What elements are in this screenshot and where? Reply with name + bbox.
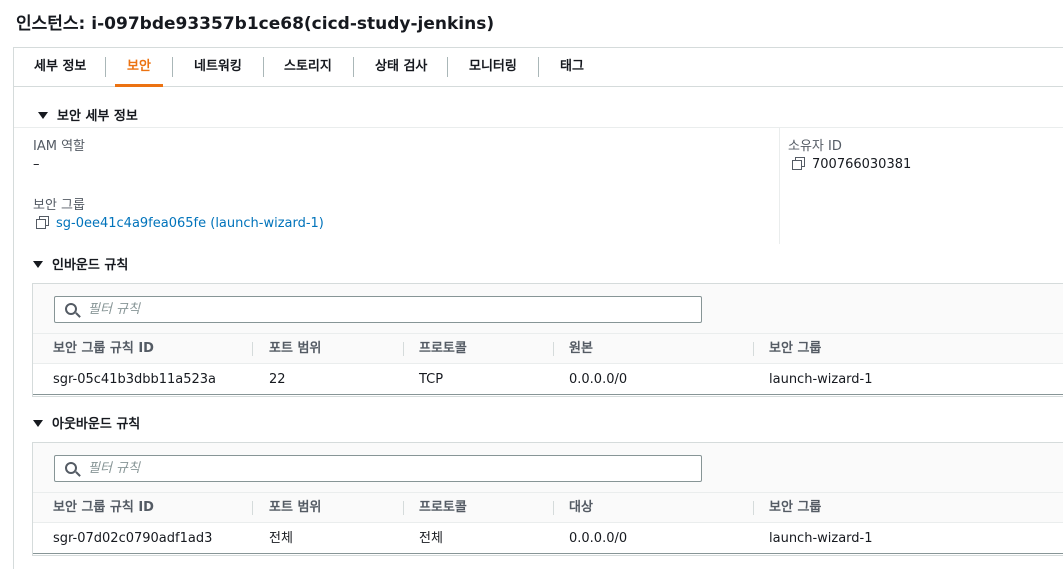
iam-role-label: IAM 역할 [33,139,85,154]
tab-separator [353,57,354,77]
owner-id-label: 소유자 ID [788,139,842,154]
tab-tags[interactable]: 태그 [560,48,584,86]
column-header[interactable]: 보안 그룹 규칙 ID [53,334,154,364]
security-group-link-wrapper: sg-0ee41c4a9fea065fe (launch-wizard-1) [36,216,324,231]
security-groups-label: 보안 그룹 [33,198,85,213]
inbound-rules-title: 인바운드 규칙 [52,258,129,273]
outbound-header-row: 보안 그룹 규칙 ID 포트 범위 프로토콜 대상 보안 그룹 [33,493,1063,523]
search-icon [65,303,77,315]
inbound-rules-header[interactable]: 인바운드 규칙 [33,254,128,273]
column-header[interactable]: 포트 범위 [269,493,321,523]
search-icon [65,462,77,474]
column-separator [753,501,754,515]
iam-role-value: – [33,157,40,172]
tab-separator [263,57,264,77]
port-range-cell: 전체 [269,531,293,546]
source-cell: 0.0.0.0/0 [569,372,628,387]
outbound-toolbar [33,443,1063,493]
column-separator [753,342,754,356]
copy-icon[interactable] [36,216,49,229]
protocol-cell: 전체 [419,531,443,546]
column-header[interactable]: 보안 그룹 규칙 ID [53,493,154,523]
column-separator [252,501,253,515]
security-group-link[interactable]: sg-0ee41c4a9fea065fe (launch-wizard-1) [56,216,324,231]
inbound-header-row: 보안 그룹 규칙 ID 포트 범위 프로토콜 원본 보안 그룹 [33,334,1063,364]
outbound-rules-header[interactable]: 아웃바운드 규칙 [33,413,140,432]
column-header[interactable]: 프로토콜 [419,334,467,364]
column-header[interactable]: 프로토콜 [419,493,467,523]
outbound-rules-title: 아웃바운드 규칙 [52,417,141,432]
security-group-cell: launch-wizard-1 [769,372,873,387]
outbound-search-box[interactable] [54,455,702,482]
tab-separator [105,57,106,77]
protocol-cell: TCP [419,372,444,387]
column-separator [553,342,554,356]
caret-down-icon [33,420,43,427]
owner-id-value-wrapper: 700766030381 [792,157,911,172]
tab-separator [447,57,448,77]
column-separator [553,501,554,515]
security-details-title: 보안 세부 정보 [57,109,138,124]
caret-down-icon [38,112,48,119]
column-separator [403,342,404,356]
caret-down-icon [33,261,43,268]
column-separator [403,501,404,515]
details-column-divider [779,127,780,244]
instance-detail-panel: 세부 정보 보안 네트워킹 스토리지 상태 검사 모니터링 태그 보안 세부 정… [13,47,1063,569]
tab-networking[interactable]: 네트워킹 [194,48,242,86]
page-title: 인스턴스: i-097bde93357b1ce68(cicd-study-jen… [16,14,495,34]
table-row[interactable]: sgr-07d02c0790adf1ad3 전체 전체 0.0.0.0/0 la… [33,523,1063,554]
port-range-cell: 22 [269,372,286,387]
tab-separator [172,57,173,77]
tab-security[interactable]: 보안 [115,48,163,87]
destination-cell: 0.0.0.0/0 [569,531,628,546]
table-row[interactable]: sgr-05c41b3dbb11a523a 22 TCP 0.0.0.0/0 l… [33,364,1063,395]
column-header[interactable]: 대상 [569,493,593,523]
security-group-cell: launch-wizard-1 [769,531,873,546]
tab-bar: 세부 정보 보안 네트워킹 스토리지 상태 검사 모니터링 태그 [14,48,1063,87]
column-header[interactable]: 보안 그룹 [769,493,821,523]
tab-storage[interactable]: 스토리지 [284,48,332,86]
copy-icon[interactable] [792,157,805,170]
tab-status-checks[interactable]: 상태 검사 [375,48,427,86]
outbound-rules-table: 보안 그룹 규칙 ID 포트 범위 프로토콜 대상 보안 그룹 sgr-07d0… [32,442,1063,556]
owner-id-value: 700766030381 [812,157,912,172]
column-separator [252,342,253,356]
inbound-rules-table: 보안 그룹 규칙 ID 포트 범위 프로토콜 원본 보안 그룹 sgr-05c4… [32,283,1063,397]
inbound-search-box[interactable] [54,296,702,323]
column-header[interactable]: 원본 [569,334,593,364]
tab-separator [538,57,539,77]
inbound-search-input[interactable] [88,297,688,322]
tab-details[interactable]: 세부 정보 [34,48,86,86]
column-header[interactable]: 포트 범위 [269,334,321,364]
column-header[interactable]: 보안 그룹 [769,334,821,364]
security-details-header[interactable]: 보안 세부 정보 [38,105,138,124]
tab-monitoring[interactable]: 모니터링 [469,48,517,86]
rule-id-cell: sgr-07d02c0790adf1ad3 [53,531,213,546]
rule-id-cell: sgr-05c41b3dbb11a523a [53,372,217,387]
outbound-search-input[interactable] [88,456,688,481]
inbound-toolbar [33,284,1063,334]
